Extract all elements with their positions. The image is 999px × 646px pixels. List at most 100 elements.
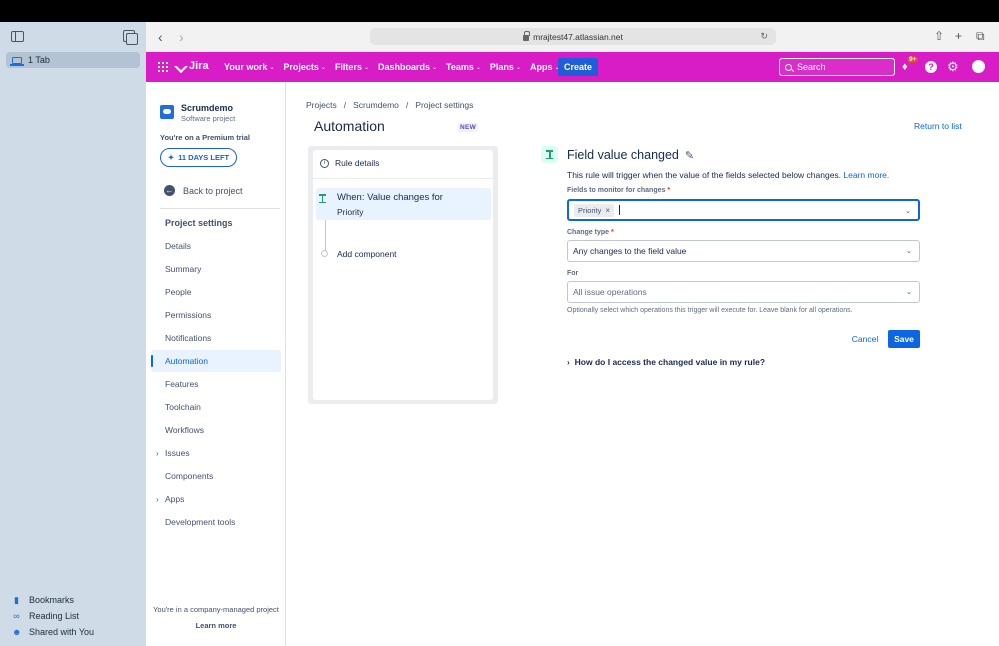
chevron-down-icon: ⌄ xyxy=(363,64,369,71)
learn-more-link[interactable]: Learn more xyxy=(146,621,286,630)
jira-logo[interactable]: Jira xyxy=(173,58,209,74)
notification-badge: 9+ xyxy=(907,56,919,63)
nav-your-work[interactable]: Your work ⌄ xyxy=(224,62,274,72)
learn-more-link[interactable]: Learn more. xyxy=(843,170,889,180)
sidebar-item-workflows[interactable]: Workflows xyxy=(151,419,281,441)
sidebar-item-label: Permissions xyxy=(165,310,212,320)
sidebar-item-features[interactable]: Features xyxy=(151,373,281,395)
nav-apps[interactable]: Apps ⌄ xyxy=(530,62,560,72)
return-to-list-link[interactable]: Return to list xyxy=(914,121,962,131)
nav-filters[interactable]: Filters ⌄ xyxy=(335,62,369,72)
sidebar-item-details[interactable]: Details xyxy=(151,235,281,257)
tab-overview-icon[interactable] xyxy=(123,30,138,45)
breadcrumb-project-settings[interactable]: Project settings xyxy=(415,100,473,110)
forward-arrow-icon[interactable]: › xyxy=(179,29,184,45)
days-left-button[interactable]: ✦ 11 DAYS LEFT xyxy=(160,148,237,167)
sidebar-item-notifications[interactable]: Notifications xyxy=(151,327,281,349)
lock-icon xyxy=(523,30,531,41)
browser-window: ‹ › mrajtest47.atlassian.net ↻ ⇧ + ⧉ Jir… xyxy=(146,22,999,646)
rule-builder-panel: i Rule details When: Value changes for P… xyxy=(308,146,498,404)
top-nav: Your work ⌄ Projects ⌄ Filters ⌄ Dashboards… xyxy=(224,52,560,82)
reading-list-item[interactable]: ∞ Reading List xyxy=(12,611,79,621)
save-button[interactable]: Save xyxy=(888,330,920,348)
trigger-component[interactable]: When: Value changes for Priority xyxy=(316,188,491,220)
sidebar-item-development-tools[interactable]: Development tools xyxy=(151,511,281,533)
breadcrumb-separator: / xyxy=(343,100,347,110)
back-arrow-icon[interactable]: ‹ xyxy=(158,29,163,45)
pencil-edit-icon[interactable]: ✎ xyxy=(685,149,694,162)
tab-group-item[interactable]: 1 Tab xyxy=(6,52,140,68)
nav-dashboards[interactable]: Dashboards ⌄ xyxy=(378,62,437,72)
nav-projects[interactable]: Projects ⌄ xyxy=(283,62,326,72)
cancel-button[interactable]: Cancel xyxy=(846,330,884,348)
fields-select[interactable]: Priority × ⌄ xyxy=(567,199,920,221)
sidebar-item-people[interactable]: People xyxy=(151,281,281,303)
breadcrumb-separator: / xyxy=(405,100,409,110)
safari-sidebar: 1 Tab ▮ Bookmarks ∞ Reading List ☻ Share… xyxy=(0,22,146,646)
change-type-label: Change type * xyxy=(567,229,614,236)
project-avatar-icon xyxy=(160,105,174,119)
trigger-icon xyxy=(319,194,328,203)
project-type: Software project xyxy=(181,114,236,123)
company-managed-text: You're in a company-managed project xyxy=(153,605,279,614)
sidebar-item-automation[interactable]: Automation xyxy=(151,350,281,372)
chevron-down-icon: ⌄ xyxy=(320,64,326,71)
new-tab-icon[interactable]: + xyxy=(955,29,962,43)
glasses-icon: ∞ xyxy=(13,610,20,621)
share-icon[interactable]: ⇧ xyxy=(934,29,944,43)
remove-chip-icon[interactable]: × xyxy=(605,206,610,215)
address-bar[interactable]: mrajtest47.atlassian.net ↻ xyxy=(370,28,776,45)
nav-label: Dashboards xyxy=(377,62,430,72)
change-type-value: Any changes to the field value xyxy=(573,246,687,256)
bookmarks-label: Bookmarks xyxy=(29,595,75,605)
search-input[interactable]: Search xyxy=(779,58,895,76)
help-icon[interactable]: ? xyxy=(925,61,937,73)
priority-chip: Priority × xyxy=(574,203,615,217)
text-cursor xyxy=(619,205,621,215)
rule-connector-line xyxy=(325,220,326,252)
for-value: All issue operations xyxy=(573,287,647,297)
chip-label: Priority xyxy=(578,205,602,215)
browser-toolbar: ‹ › mrajtest47.atlassian.net ↻ ⇧ + ⧉ xyxy=(146,22,999,52)
breadcrumb: Projects / Scrumdemo / Project settings xyxy=(306,100,473,110)
rule-details-item[interactable]: i Rule details xyxy=(320,158,379,168)
create-button[interactable]: Create xyxy=(558,58,598,76)
back-arrow-circle-icon: ← xyxy=(164,185,175,196)
sidebar-item-permissions[interactable]: Permissions xyxy=(151,304,281,326)
sidebar-item-label: Features xyxy=(165,379,199,389)
breadcrumb-scrumdemo[interactable]: Scrumdemo xyxy=(353,100,399,110)
sidebar-item-components[interactable]: Components xyxy=(151,465,281,487)
required-marker: * xyxy=(610,229,614,236)
shared-with-you-item[interactable]: ☻ Shared with You xyxy=(12,627,94,637)
sidebar-toggle-icon[interactable] xyxy=(11,31,24,42)
breadcrumb-projects[interactable]: Projects xyxy=(306,100,337,110)
howto-expander[interactable]: › How do I access the changed value in m… xyxy=(567,357,765,367)
add-component-button[interactable]: Add component xyxy=(337,249,397,259)
fields-label: Fields to monitor for changes * xyxy=(567,187,670,194)
for-select[interactable]: All issue operations ⌄ xyxy=(567,281,920,303)
chevron-down-icon: ⌄ xyxy=(432,64,438,71)
sparkle-icon: ✦ xyxy=(167,153,175,162)
profile-avatar[interactable] xyxy=(972,60,985,73)
nav-teams[interactable]: Teams ⌄ xyxy=(446,62,481,72)
notifications-button[interactable]: ♦ 9+ xyxy=(902,56,919,73)
bookmark-icon: ▮ xyxy=(14,594,19,605)
tab-overview-right-icon[interactable]: ⧉ xyxy=(976,29,985,44)
sidebar-item-apps[interactable]: › Apps xyxy=(151,488,281,510)
divider xyxy=(313,178,493,179)
add-component-dot-icon xyxy=(321,250,328,257)
sidebar-item-toolchain[interactable]: Toolchain xyxy=(151,396,281,418)
change-type-select[interactable]: Any changes to the field value ⌄ xyxy=(567,240,920,262)
sidebar-item-summary[interactable]: Summary xyxy=(151,258,281,280)
reload-icon[interactable]: ↻ xyxy=(760,31,768,42)
back-to-project-link[interactable]: ← Back to project xyxy=(164,185,243,196)
chevron-down-icon: ⌄ xyxy=(906,248,912,255)
settings-gear-icon[interactable]: ⚙ xyxy=(947,59,959,75)
laptop-icon xyxy=(10,56,24,66)
nav-label: Apps xyxy=(529,62,553,72)
app-switcher-icon[interactable] xyxy=(158,62,168,72)
bookmarks-item[interactable]: ▮ Bookmarks xyxy=(12,595,74,605)
sidebar-item-issues[interactable]: › Issues xyxy=(151,442,281,464)
nav-label: Projects xyxy=(283,62,319,72)
nav-plans[interactable]: Plans ⌄ xyxy=(490,62,521,72)
